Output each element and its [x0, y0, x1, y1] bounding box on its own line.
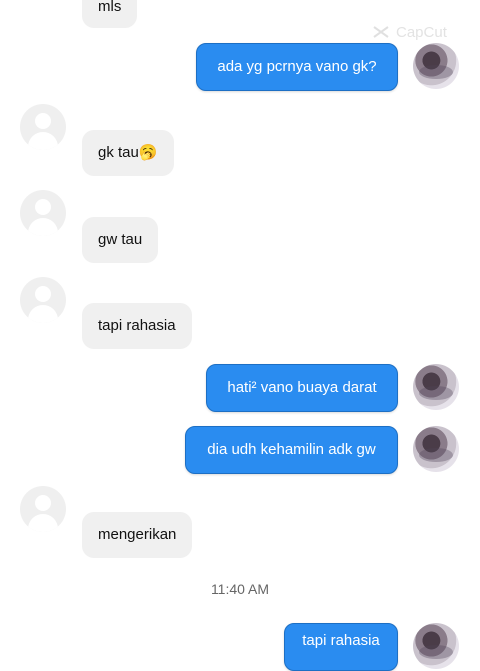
user-avatar[interactable] — [413, 426, 459, 472]
incoming-message-bubble[interactable]: gw tau — [82, 217, 159, 263]
message-text: gk tau🥱 — [98, 144, 158, 161]
message-text: tapi rahasia — [98, 317, 176, 334]
message-text: gw tau — [98, 231, 143, 248]
user-avatar[interactable] — [413, 623, 459, 669]
message-timestamp: 11:40 AM — [210, 581, 270, 597]
capcut-watermark: CapCut — [372, 18, 472, 46]
contact-avatar[interactable] — [20, 486, 66, 532]
message-text: hati² vano buaya darat — [227, 379, 377, 396]
incoming-message-bubble[interactable]: mls — [82, 0, 138, 28]
capcut-logo-icon — [372, 23, 390, 41]
watermark-label: CapCut — [396, 23, 447, 41]
message-text: mengerikan — [98, 526, 177, 543]
message-text: tapi rahasia — [302, 632, 380, 649]
outgoing-message-bubble[interactable]: tapi rahasia — [284, 623, 398, 671]
user-avatar[interactable] — [413, 364, 459, 410]
user-avatar[interactable] — [413, 43, 459, 89]
message-text: dia udh kehamilin adk gw — [207, 441, 376, 458]
incoming-message-bubble[interactable]: gk tau🥱 — [82, 130, 174, 176]
outgoing-message-bubble[interactable]: hati² vano buaya darat — [206, 364, 398, 412]
contact-avatar[interactable] — [20, 104, 66, 150]
contact-avatar[interactable] — [20, 190, 66, 236]
outgoing-message-bubble[interactable]: dia udh kehamilin adk gw — [185, 426, 398, 474]
incoming-message-bubble[interactable]: mengerikan — [82, 512, 193, 558]
incoming-message-bubble[interactable]: tapi rahasia — [82, 303, 192, 349]
message-text: mls — [98, 0, 122, 15]
message-text: ada yg pcrnya vano gk? — [217, 58, 377, 75]
outgoing-message-bubble[interactable]: ada yg pcrnya vano gk? — [196, 43, 398, 91]
contact-avatar[interactable] — [20, 277, 66, 323]
